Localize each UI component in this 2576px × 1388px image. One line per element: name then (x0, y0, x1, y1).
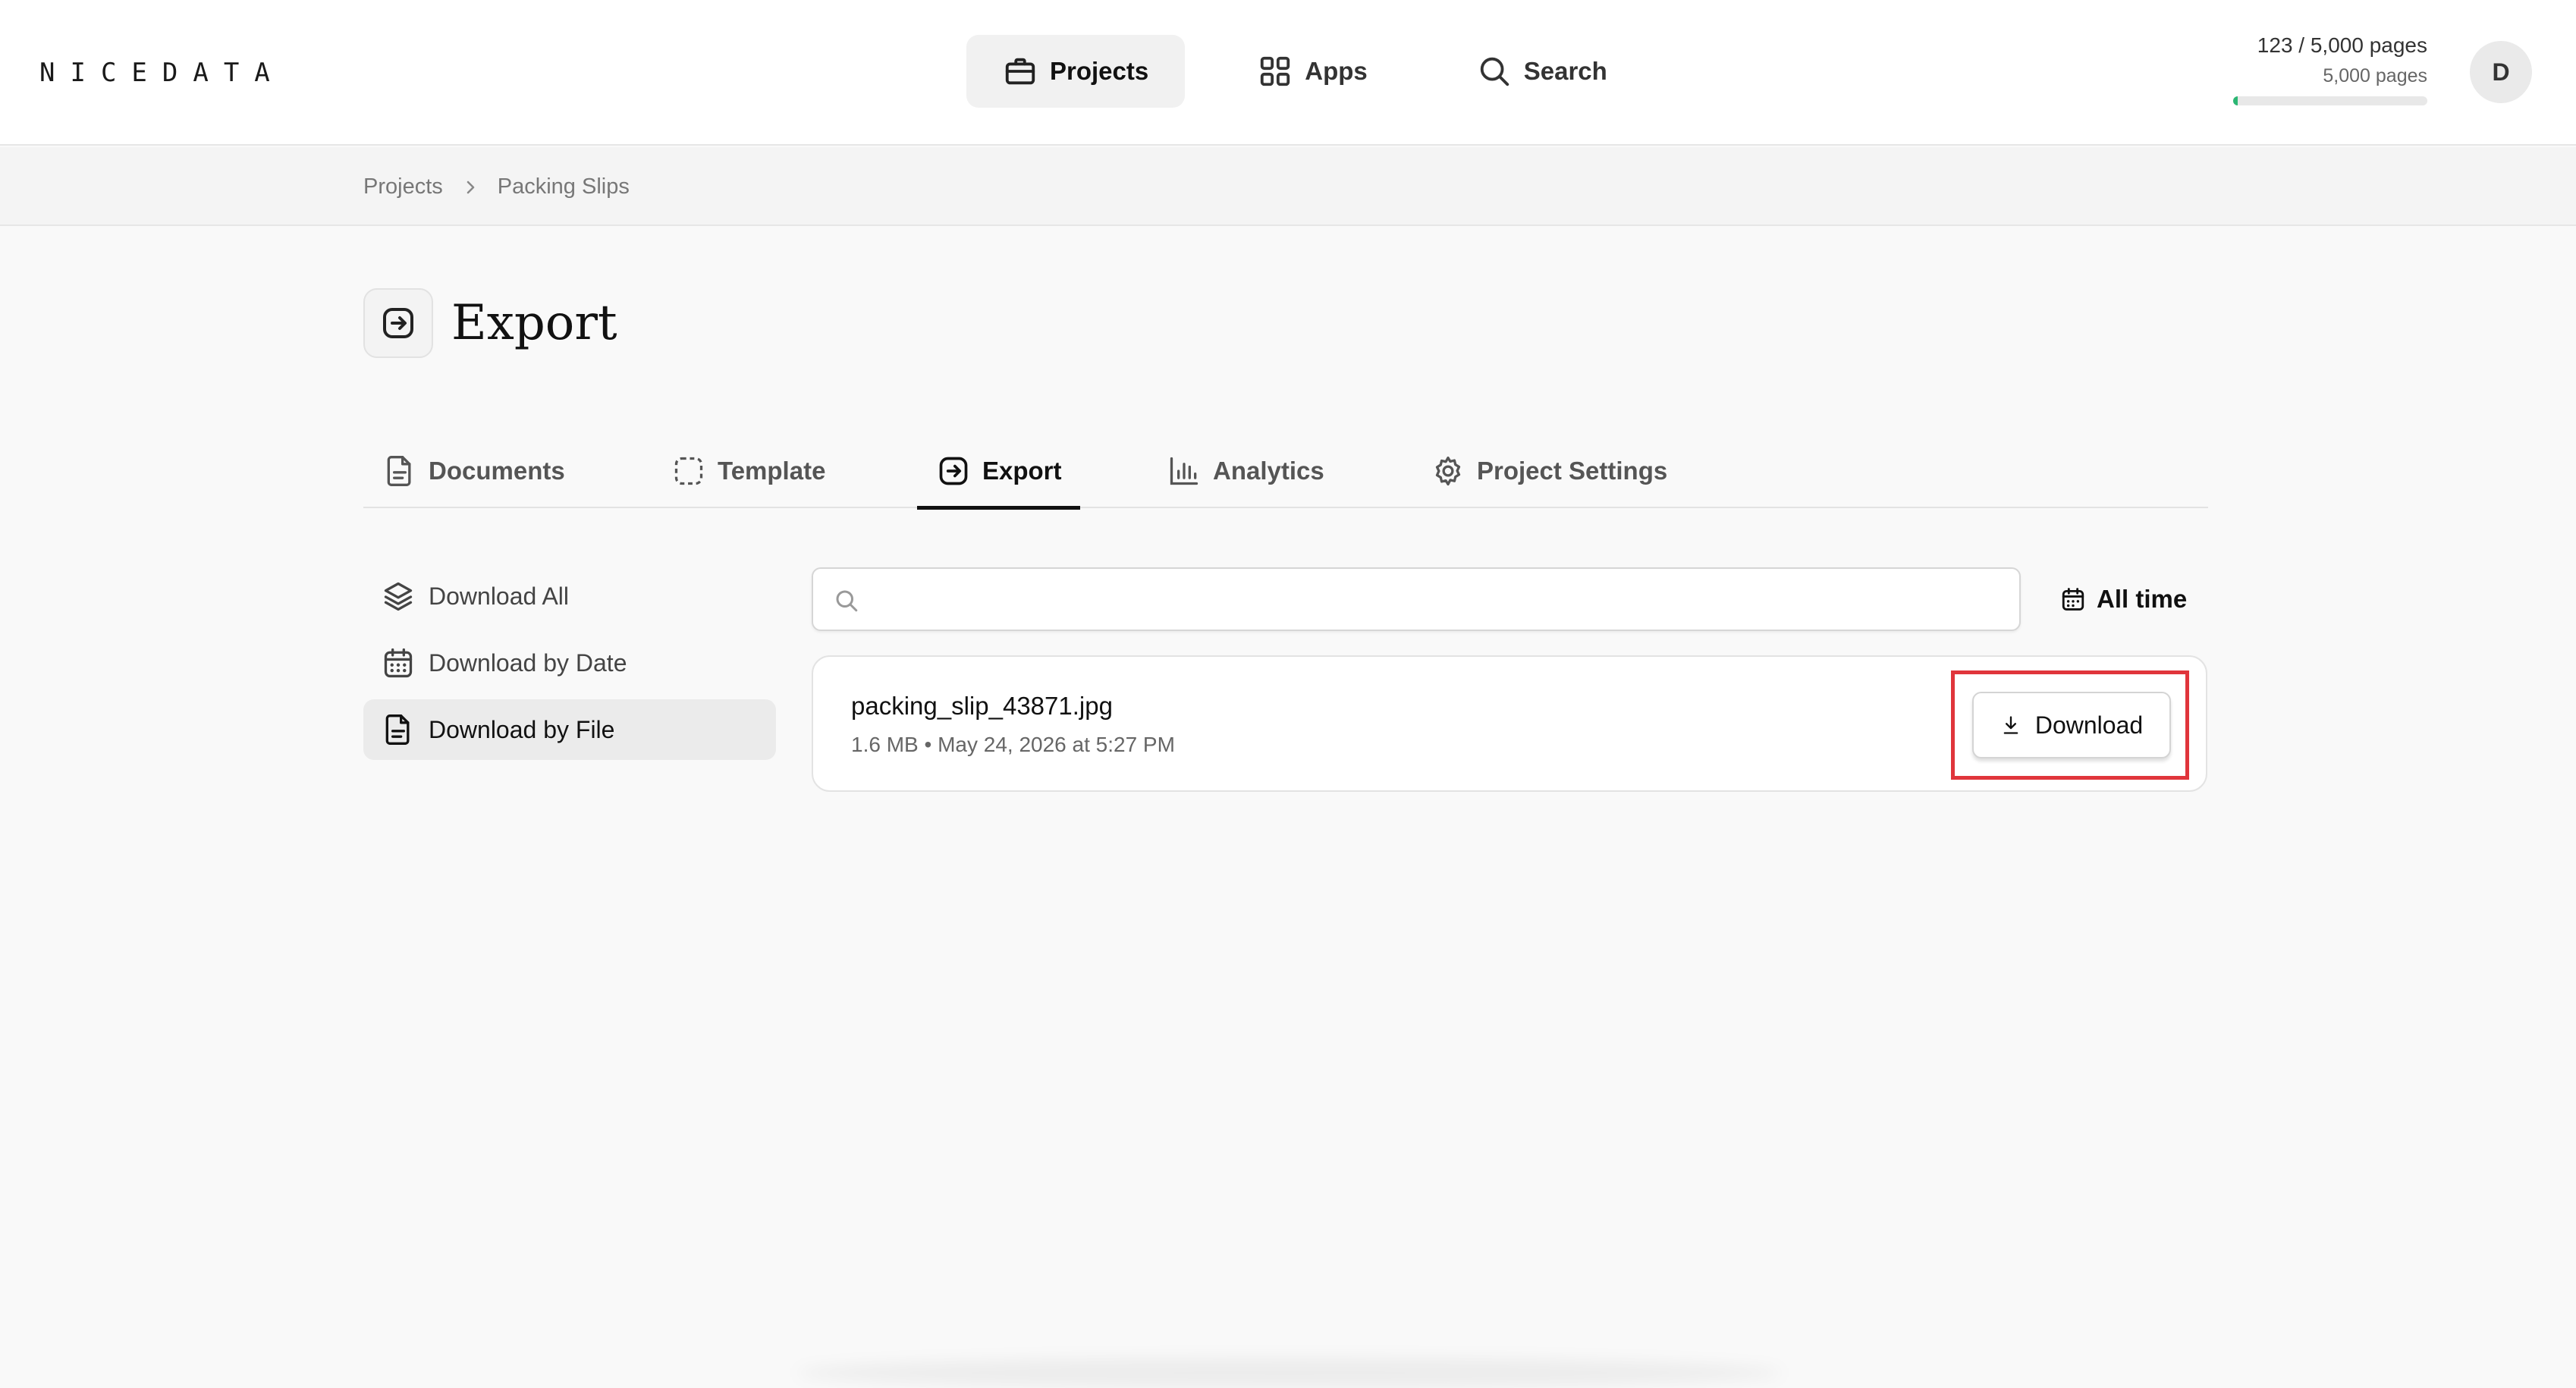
page-icon-box (363, 288, 433, 358)
project-tabs: Documents Template Export Analytics Proj… (363, 434, 2208, 510)
breadcrumb: Projects Packing Slips (363, 174, 630, 199)
file-icon (387, 456, 411, 486)
tab-analytics-label: Analytics (1213, 457, 1324, 485)
tab-documents-label: Documents (429, 457, 565, 485)
nav-projects[interactable]: Projects (966, 35, 1186, 108)
sidebar-item-label: Download by File (429, 715, 615, 743)
tab-template-label: Template (718, 457, 826, 485)
sidebar-item-label: Download by Date (429, 648, 627, 677)
tab-project-settings-label: Project Settings (1477, 457, 1668, 485)
avatar[interactable]: D (2470, 41, 2532, 103)
nav-projects-label: Projects (1050, 57, 1149, 85)
download-icon (2003, 716, 2018, 734)
breadcrumb-bar: Projects Packing Slips (0, 147, 2576, 226)
arrow-right-square-icon (939, 457, 968, 485)
nav-apps[interactable]: Apps (1221, 35, 1404, 108)
bottom-shadow (796, 1358, 1783, 1388)
nav-search-label: Search (1523, 57, 1607, 85)
search-icon (836, 590, 858, 612)
gear-icon (1435, 456, 1461, 486)
search-icon (1480, 57, 1509, 86)
download-button[interactable]: Download (1972, 692, 2171, 758)
breadcrumb-current[interactable]: Packing Slips (498, 174, 630, 199)
briefcase-icon (1005, 58, 1035, 85)
usage-count: 123 / 5,000 pages (2257, 33, 2427, 57)
app-logo[interactable]: NICEDATA (39, 58, 285, 88)
top-bar: NICEDATA Projects Apps Search 123 / 5,00… (0, 0, 2576, 146)
tab-export-label: Export (982, 457, 1062, 485)
tab-template[interactable]: Template (672, 434, 825, 508)
chevron-right-icon (467, 181, 475, 193)
usage-progress-fill (2233, 96, 2238, 105)
calendar-icon (2062, 588, 2084, 611)
file-name: packing_slip_43871.jpg (851, 692, 1113, 720)
tab-documents[interactable]: Documents (383, 434, 565, 508)
date-filter-label: All time (2097, 585, 2188, 613)
layers-icon (384, 582, 413, 611)
bar-chart-icon (1170, 457, 1198, 485)
tab-export[interactable]: Export (917, 434, 1079, 510)
arrow-right-square-icon (383, 308, 413, 338)
usage-progress-bar (2233, 96, 2427, 105)
sidebar-item-download-by-file[interactable]: Download by File (363, 699, 776, 760)
list-item: packing_slip_43871.jpg 1.6 MB • May 24, … (812, 655, 2207, 792)
file-meta: 1.6 MB • May 24, 2026 at 5:27 PM (851, 733, 1175, 756)
grid-icon (1261, 56, 1290, 86)
page-header: Export (363, 288, 617, 358)
page-usage[interactable]: 123 / 5,000 pages 5,000 pages (2185, 33, 2427, 105)
calendar-icon (384, 648, 413, 678)
nav-apps-label: Apps (1305, 57, 1368, 85)
page-title: Export (451, 295, 617, 351)
tab-analytics[interactable]: Analytics (1167, 434, 1324, 508)
sidebar-item-download-by-date[interactable]: Download by Date (363, 633, 776, 693)
nav-search[interactable]: Search (1440, 35, 1644, 108)
tab-project-settings[interactable]: Project Settings (1431, 434, 1667, 508)
date-filter-button[interactable]: All time (2060, 579, 2187, 619)
main-nav: Projects Apps Search (966, 35, 1644, 108)
file-icon (385, 714, 410, 745)
sidebar-item-label: Download All (429, 582, 569, 610)
dashed-square-icon (674, 457, 703, 485)
export-sidebar: Download All Download by Date Download b… (363, 566, 776, 766)
sidebar-item-download-all[interactable]: Download All (363, 566, 776, 626)
file-search[interactable] (812, 567, 2021, 631)
download-button-label: Download (2034, 711, 2144, 739)
search-input[interactable] (874, 576, 2004, 622)
usage-limit: 5,000 pages (2323, 65, 2427, 86)
breadcrumb-projects[interactable]: Projects (363, 174, 443, 199)
